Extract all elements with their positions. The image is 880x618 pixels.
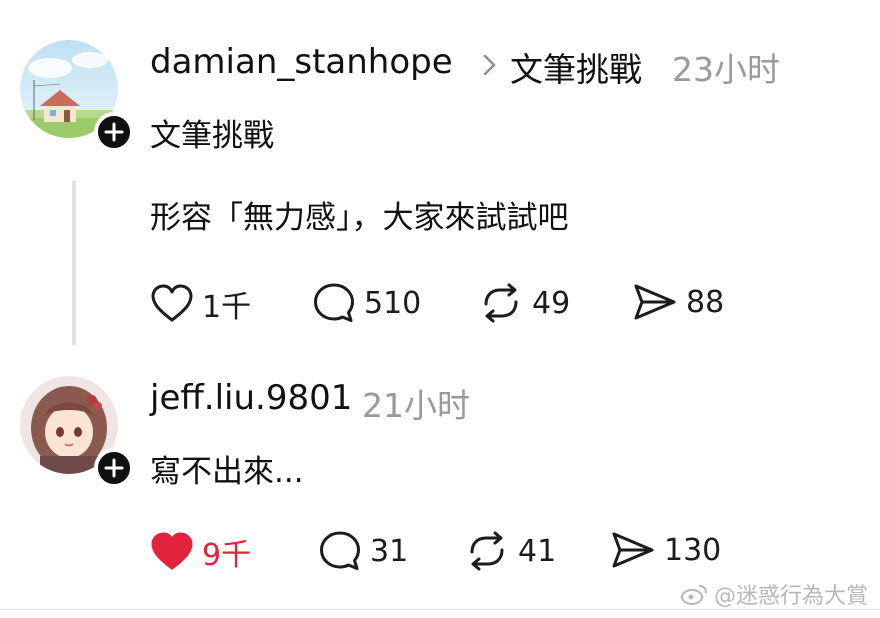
post-damian: damian_stanhope 文筆挑戰 23小时 文筆挑戰 形容「無力感」，大… [0,0,880,360]
weibo-logo-icon [680,585,707,605]
follow-button[interactable] [94,448,134,488]
watermark: @迷惑行為大賞 [680,578,868,610]
plus-icon [104,122,124,142]
share-count: 130 [664,532,722,568]
share-icon [634,284,676,320]
repost-icon [470,531,504,571]
like-count: 9千 [202,538,252,573]
heart-icon [151,532,193,570]
post-jeff: jeff.liu.9801 21小时 寫不出來... 9千 31 41 130 [0,360,880,610]
repost-button[interactable]: 49 [478,282,570,324]
thread-line [72,180,76,346]
repost-icon [484,283,518,323]
follow-button[interactable] [94,112,134,152]
post-body: 形容「無力感」，大家來試試吧 [150,200,569,236]
like-button[interactable]: 9千 [150,530,251,574]
share-icon [612,532,654,568]
topic-tag[interactable]: 文筆挑戰 [150,110,274,155]
repost-button[interactable]: 41 [464,530,556,572]
like-button[interactable]: 1千 [150,282,251,326]
comment-button[interactable]: 510 [312,282,421,324]
topic-link[interactable]: 文筆挑戰 [510,43,642,91]
timestamp: 21小时 [362,386,470,425]
username[interactable]: damian_stanhope [150,42,453,82]
post-body: 寫不出來... [150,454,304,490]
heart-icon [151,284,193,322]
comment-count: 510 [364,285,422,321]
repost-count: 41 [518,533,557,569]
comment-count: 31 [370,533,409,569]
share-button[interactable]: 130 [610,530,721,570]
chevron-right-icon [483,54,496,76]
like-count: 1千 [202,290,252,325]
comment-button[interactable]: 31 [318,530,408,572]
comment-icon [314,283,354,322]
plus-icon [104,458,124,478]
watermark-text: @迷惑行為大賞 [713,584,868,609]
share-count: 88 [686,284,725,320]
username[interactable]: jeff.liu.9801 [150,378,352,418]
comment-icon [320,531,360,570]
timestamp: 23小时 [672,50,780,89]
share-button[interactable]: 88 [632,282,724,322]
repost-count: 49 [532,285,571,321]
